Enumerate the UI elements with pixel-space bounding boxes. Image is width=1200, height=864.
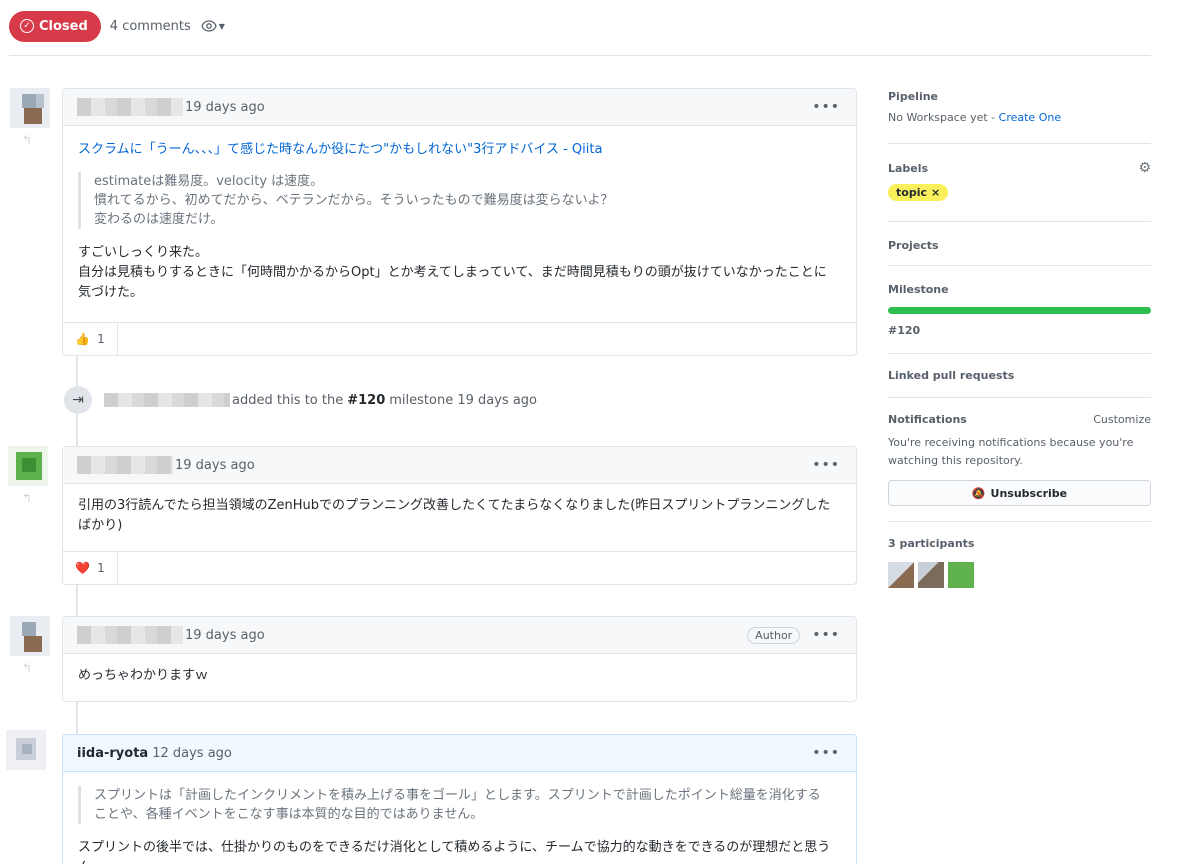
milestone-event: ⇥ added this to the #120 milestone 19 da… [64,386,537,414]
participant-avatar[interactable] [918,562,944,588]
participant-avatar[interactable] [888,562,914,588]
comment-header: iida-ryota 12 days ago ••• [63,735,856,772]
pipeline-section: Pipeline No Workspace yet - Create One [888,88,1151,144]
milestone-progress-bar [888,307,1151,314]
more-options-icon[interactable]: ••• [812,99,840,115]
participant-avatars [888,562,1151,588]
author-name-blurred[interactable] [77,98,183,116]
issue-header: ✓ Closed 4 comments ▼ [9,10,225,42]
notifications-section: Notifications Customize You're receiving… [888,398,1151,522]
milestone-name[interactable]: #120 [888,322,1151,340]
closed-icon: ✓ [20,19,34,33]
comment-body: スクラムに「うーん、、、」て感じた時なんか役にたつ"かもしれない"3行アドバイス… [63,126,856,317]
linked-prs-section: Linked pull requests [888,354,1151,398]
comment-body: 引用の3行読んでたら担当領域のZenHubでのプランニング改善したくてたまらなく… [78,498,831,533]
reaction-count: 1 [97,561,105,575]
milestone-section: Milestone #120 [888,266,1151,354]
unsubscribe-button[interactable]: 🔕 Unsubscribe [888,480,1151,506]
avatar[interactable] [6,730,46,770]
comment-time[interactable]: 12 days ago [152,746,232,761]
state-label: Closed [39,18,88,34]
projects-title[interactable]: Projects [888,239,1151,252]
state-badge-closed: ✓ Closed [9,10,101,42]
more-options-icon[interactable]: ••• [812,745,840,761]
author-name[interactable]: iida-ryota [77,746,148,761]
more-options-icon[interactable]: ••• [812,457,840,473]
comment-count: 4 comments [109,18,191,34]
avatar[interactable] [8,446,48,486]
projects-section: Projects [888,222,1151,266]
eye-icon [201,20,217,32]
reaction-thumbs-up[interactable]: 👍 1 [63,322,118,355]
author-name-blurred[interactable] [77,626,183,644]
reaction-bar: ❤️ 1 [63,551,856,584]
comment-time[interactable]: 19 days ago [175,458,255,473]
gear-icon[interactable]: ⚙ [1138,160,1151,176]
pipeline-title: Pipeline [888,90,938,103]
comment: 19 days ago ••• 引用の3行読んでたら担当領域のZenHubでのプ… [62,446,857,585]
avatar[interactable] [10,88,50,128]
comment-header: 19 days ago ••• [63,447,856,484]
remove-label-icon[interactable]: × [931,186,940,199]
labels-section: Labels ⚙ topic × [888,144,1151,222]
participants-title: 3 participants [888,537,975,550]
labels-title: Labels [888,161,929,175]
reply-icon: ↰ [22,661,33,675]
reaction-bar: 👍 1 [63,322,856,355]
heart-icon: ❤️ [75,561,91,575]
reply-icon: ↰ [22,491,33,505]
comment-header: 19 days ago ••• [63,89,856,126]
author-name-blurred[interactable] [77,456,173,474]
blockquote: スプリントは「計画したインクリメントを積み上げる事をゴール」とします。スプリント… [78,786,841,824]
thumbs-up-icon: 👍 [75,332,91,346]
milestone-progress-fill [888,307,1151,314]
create-workspace-link[interactable]: Create One [999,111,1061,124]
comment-header: 19 days ago Author ••• [63,617,856,654]
comment-body: めっちゃわかりますｗ [78,668,209,683]
milestone-title[interactable]: Milestone [888,283,1151,296]
comment: 19 days ago Author ••• めっちゃわかりますｗ [62,616,857,702]
reaction-count: 1 [97,332,105,346]
milestone-link[interactable]: #120 [347,393,385,408]
avatar[interactable] [10,616,50,656]
comment-time[interactable]: 19 days ago [185,100,265,115]
header-divider [9,55,1151,56]
author-tag: Author [747,626,801,644]
customize-link[interactable]: Customize [1093,413,1151,426]
pipeline-text: No Workspace yet - Create One [888,111,1062,124]
milestone-icon: ⇥ [64,386,92,414]
reply-icon: ↰ [22,133,33,147]
comment: 19 days ago ••• スクラムに「うーん、、、」て感じた時なんか役にた… [62,88,857,356]
participant-avatar[interactable] [948,562,974,588]
comment: iida-ryota 12 days ago ••• スプリントは「計画したイン… [62,734,857,864]
more-options-icon[interactable]: ••• [812,627,840,643]
comment-time[interactable]: 19 days ago [185,628,265,643]
linked-prs-title: Linked pull requests [888,369,1015,382]
qiita-link[interactable]: スクラムに「うーん、、、」て感じた時なんか役にたつ"かもしれない"3行アドバイス… [78,142,602,157]
actor-name-blurred[interactable] [104,393,230,407]
blockquote: estimateは難易度。velocity は速度。 慣れてるから、初めてだから… [78,172,841,229]
caret-down-icon: ▼ [218,21,225,31]
reaction-heart[interactable]: ❤️ 1 [63,551,118,584]
notifications-text: You're receiving notifications because y… [888,436,1134,467]
notifications-title: Notifications [888,413,967,426]
label-topic[interactable]: topic × [888,184,949,201]
comment-body: スプリントは「計画したインクリメントを積み上げる事をゴール」とします。スプリント… [63,772,856,864]
bell-slash-icon: 🔕 [971,486,986,500]
participants-section: 3 participants [888,522,1151,588]
watch-dropdown[interactable]: ▼ [201,20,225,32]
issue-sidebar: Pipeline No Workspace yet - Create One L… [888,88,1151,588]
